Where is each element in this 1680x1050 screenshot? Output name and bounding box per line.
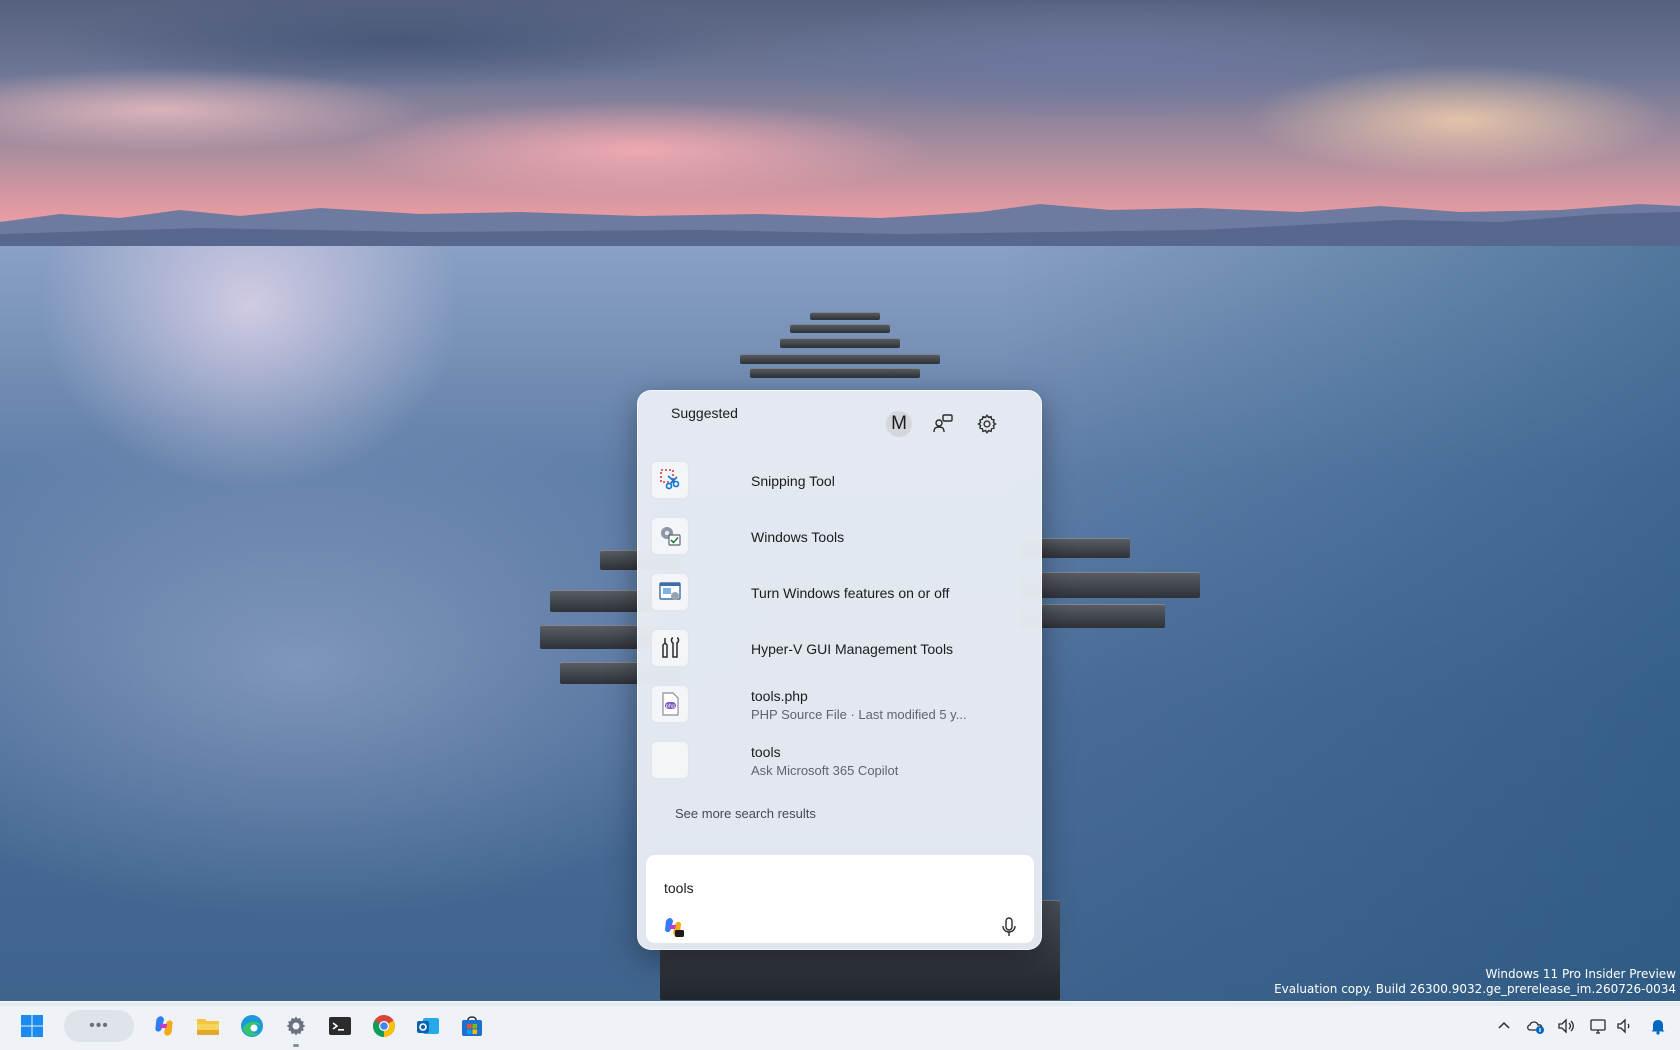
chrome-icon [373,1015,395,1037]
copilot-button[interactable] [661,915,685,939]
result-title: Windows Tools [751,529,845,545]
file-explorer-icon [197,1019,219,1035]
start-button[interactable] [16,1010,48,1042]
taskbar: ••• [0,1001,1680,1050]
tray-speaker[interactable] [1614,1016,1634,1036]
taskbar-file-explorer[interactable] [192,1010,224,1042]
windows-features-icon [651,573,689,611]
running-indicator [293,1044,299,1047]
tray-volume[interactable] [1556,1016,1576,1036]
settings-button[interactable] [972,409,1002,439]
onedrive-icon [1527,1021,1544,1034]
account-button[interactable]: M [884,409,914,439]
snipping-tool-icon [651,461,689,499]
copilot-icon [155,1016,173,1036]
copilot-blank-icon [651,741,689,779]
chevron-up-icon [1498,1021,1510,1029]
search-flyout: Suggested M Snipping Tool Windows Tools … [637,390,1042,950]
microphone-button[interactable] [998,916,1020,938]
taskbar-search-button[interactable]: ••• [64,1010,134,1042]
taskbar-chrome[interactable] [368,1010,400,1042]
notifications-button[interactable] [1648,1016,1668,1036]
volume-icon [1558,1018,1574,1034]
microphone-icon [1002,917,1016,936]
network-icon [1590,1019,1606,1034]
taskbar-copilot[interactable] [148,1010,180,1042]
result-windows-features[interactable]: Turn Windows features on or off [646,565,1036,621]
result-subtitle: Ask Microsoft 365 Copilot [751,762,899,778]
taskbar-terminal[interactable] [324,1010,356,1042]
results-list: Snipping Tool Windows Tools Turn Windows… [646,453,1036,789]
hyperv-tools-icon [651,629,689,667]
search-input[interactable] [664,877,964,899]
result-title: tools [751,743,781,760]
settings-icon [286,1016,306,1036]
search-box [645,854,1035,944]
taskbar-outlook[interactable] [412,1010,444,1042]
svg-text:php: php [666,704,676,710]
result-subtitle: PHP Source File · Last modified 5 y... [751,706,967,722]
see-more-results-link[interactable]: See more search results [675,806,816,821]
taskbar-settings[interactable] [280,1010,312,1047]
start-icon [21,1015,43,1037]
account-avatar: M [886,411,912,437]
store-icon [462,1016,482,1036]
result-title: Hyper-V GUI Management Tools [751,641,954,657]
terminal-icon [329,1017,351,1035]
result-tools-php[interactable]: php tools.php PHP Source File · Last mod… [646,677,1036,733]
result-windows-tools[interactable]: Windows Tools [646,509,1036,565]
people-share-button[interactable] [928,409,958,439]
search-pill-glyph: ••• [89,1017,109,1034]
result-snipping-tool[interactable]: Snipping Tool [646,453,1036,509]
result-ask-copilot[interactable]: tools Ask Microsoft 365 Copilot [646,733,1036,789]
result-title: Snipping Tool [751,473,835,489]
taskbar-edge[interactable] [236,1010,268,1042]
copilot-icon [665,918,684,937]
tray-network[interactable] [1588,1016,1608,1036]
result-hyperv-tools[interactable]: Hyper-V GUI Management Tools [646,621,1036,677]
taskbar-store[interactable] [456,1010,488,1042]
notification-bell-icon [1651,1020,1665,1035]
edge-icon [241,1015,263,1037]
wallpaper-mountains [0,204,1680,250]
result-title: tools.php [751,687,808,704]
watermark-line1: Windows 11 Pro Insider Preview [1485,967,1676,981]
section-title: Suggested [671,405,738,421]
flyout-header: Suggested M [638,391,1041,447]
tray-onedrive[interactable] [1526,1016,1546,1036]
windows-tools-icon [651,517,689,555]
gear-icon [977,414,997,434]
tray-overflow-button[interactable] [1494,1016,1514,1036]
people-share-icon [933,414,953,433]
php-file-icon: php [651,685,689,723]
speaker-icon [1617,1018,1630,1034]
outlook-icon [417,1018,439,1034]
result-title: Turn Windows features on or off [751,585,950,601]
build-watermark: Windows 11 Pro Insider Preview Evaluatio… [1274,967,1676,997]
watermark-line2: Evaluation copy. Build 26300.9032.ge_pre… [1274,982,1676,996]
